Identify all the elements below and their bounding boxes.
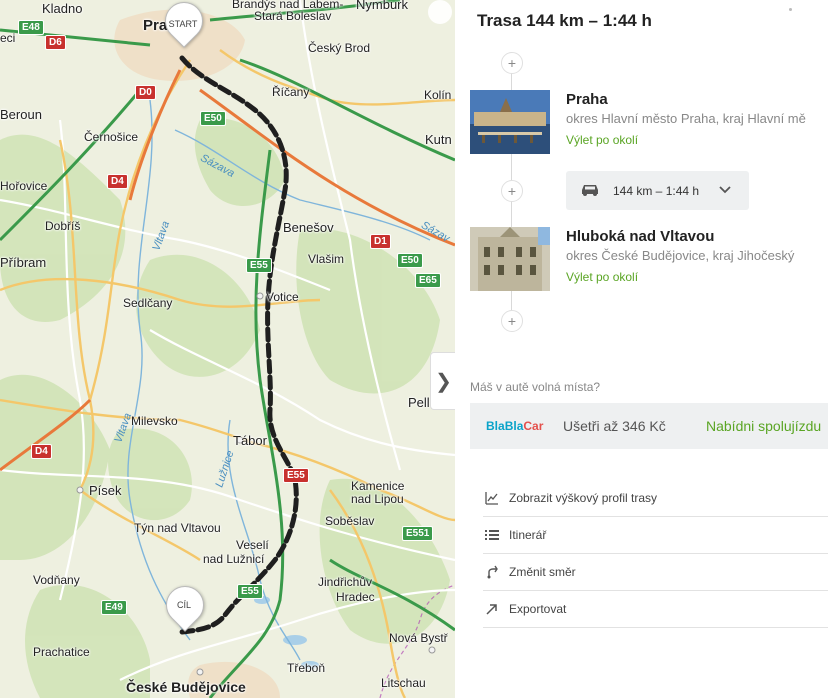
- place-label: nad Lipou: [351, 492, 404, 506]
- place-label: České Budějovice: [126, 679, 246, 695]
- place-label: Nová Bystř: [389, 631, 448, 645]
- place-label: Veselí: [236, 538, 269, 552]
- route-panel: Trasa 144 km – 1:44 h + Praha okres Hlav…: [455, 0, 828, 698]
- road-shield: E55: [283, 468, 309, 483]
- add-waypoint-button[interactable]: +: [501, 180, 523, 202]
- waypoint-photo-hluboka[interactable]: [470, 227, 550, 291]
- route-segment-dropdown[interactable]: 144 km – 1:44 h: [566, 171, 749, 210]
- list-icon: [485, 530, 499, 540]
- itinerary-button[interactable]: Itinerář: [483, 516, 828, 554]
- collapse-panel-button[interactable]: ❯: [430, 352, 455, 410]
- action-label: Zobrazit výškový profil trasy: [509, 491, 658, 505]
- place-label: nad Lužnicí: [203, 552, 265, 566]
- place-label: Příbram: [0, 255, 47, 270]
- segment-summary: 144 km – 1:44 h: [613, 184, 700, 198]
- place-label: Kolín: [424, 88, 452, 102]
- waypoint-district: okres České Budějovice, kraj Jihočeský: [566, 248, 795, 263]
- place-label: Říčany: [272, 85, 310, 99]
- road-shield: E55: [246, 258, 272, 273]
- export-arrow-icon: [486, 604, 497, 615]
- waypoint-name: Hluboká nad Vltavou: [566, 228, 715, 245]
- blablacar-banner[interactable]: BlaBlaCar Ušetři až 346 Kč Nabídni spolu…: [470, 403, 828, 449]
- road-shield: E55: [237, 584, 263, 599]
- action-label: Změnit směr: [509, 565, 576, 579]
- car-icon: [582, 185, 598, 196]
- place-label: Jindřichův: [318, 575, 373, 589]
- savings-text: Ušetři až 346 Kč: [563, 418, 666, 434]
- road-shield: D1: [370, 234, 391, 249]
- place-label: Hradec: [336, 590, 375, 604]
- place-label: Soběslav: [325, 514, 375, 528]
- road-shield: E551: [402, 526, 434, 541]
- place-label: Černošice: [84, 130, 139, 144]
- place-label: Tábor: [233, 433, 267, 448]
- route-title: Trasa 144 km – 1:44 h: [477, 11, 652, 30]
- place-label: eci: [0, 31, 16, 45]
- place-label: Týn nad Vltavou: [134, 521, 221, 535]
- waypoint-district: okres Hlavní město Praha, kraj Hlavní mě: [566, 111, 806, 126]
- map-view[interactable]: Kladno Praha Brandýs nad Labem- Stará Bo…: [0, 0, 455, 698]
- chevron-down-icon: [719, 186, 731, 194]
- menu-dot-icon[interactable]: [789, 8, 792, 11]
- elevation-profile-button[interactable]: Zobrazit výškový profil trasy: [483, 479, 828, 517]
- place-label: Pell: [408, 395, 430, 410]
- place-label: Hořovice: [0, 179, 48, 193]
- nearby-trip-link[interactable]: Výlet po okolí: [566, 133, 638, 147]
- road-shield: E50: [397, 253, 423, 268]
- add-waypoint-button[interactable]: +: [501, 52, 523, 74]
- road-shield: E65: [415, 273, 441, 288]
- place-label: Votice: [266, 290, 299, 304]
- place-label: Kladno: [42, 1, 83, 16]
- place-label: Kutn: [425, 132, 452, 147]
- reverse-direction-button[interactable]: Změnit směr: [483, 553, 828, 591]
- road-shield: D0: [135, 85, 156, 100]
- export-button[interactable]: Exportovat: [483, 590, 828, 628]
- road-shield: E48: [18, 20, 44, 35]
- start-pin-label: START: [168, 19, 198, 29]
- map-marker-icon[interactable]: [428, 0, 452, 24]
- place-label: Český Brod: [308, 41, 371, 55]
- action-label: Itinerář: [509, 528, 547, 542]
- map-canvas[interactable]: [0, 0, 455, 698]
- place-label: Benešov: [283, 220, 334, 235]
- offer-ride-link[interactable]: Nabídni spolujízdu: [706, 418, 821, 434]
- road-shield: E50: [200, 111, 226, 126]
- place-label: Dobříš: [45, 219, 81, 233]
- place-label: Prachatice: [33, 645, 90, 659]
- place-label: Kamenice: [351, 479, 405, 493]
- place-label: Písek: [89, 483, 122, 498]
- place-label: Beroun: [0, 107, 42, 122]
- place-label: Sedlčany: [123, 296, 173, 310]
- end-pin-label: CÍL: [176, 600, 191, 610]
- place-label: Milevsko: [131, 414, 178, 428]
- place-label: Vodňany: [33, 573, 80, 587]
- add-waypoint-button[interactable]: +: [501, 310, 523, 332]
- waypoint-photo-praha[interactable]: [470, 90, 550, 154]
- place-label: Nymburk: [356, 0, 409, 12]
- place-label: Stará Boleslav: [254, 9, 332, 23]
- nearby-trip-link[interactable]: Výlet po okolí: [566, 270, 638, 284]
- free-seats-question: Máš v autě volná místa?: [470, 380, 601, 394]
- place-label: Litschau: [381, 676, 426, 690]
- chevron-right-icon: ❯: [435, 370, 452, 393]
- road-shield: D6: [45, 35, 66, 50]
- road-shield: D4: [107, 174, 128, 189]
- action-label: Exportovat: [509, 602, 567, 616]
- waypoint-name: Praha: [566, 91, 608, 108]
- elevation-chart-icon: [485, 492, 498, 505]
- place-label: Třeboň: [287, 661, 326, 675]
- place-label: Vlašim: [308, 252, 345, 266]
- blablacar-logo: BlaBlaCar: [486, 419, 544, 433]
- road-shield: E49: [101, 600, 127, 615]
- swap-direction-icon: [487, 565, 498, 579]
- road-shield: D4: [31, 444, 52, 459]
